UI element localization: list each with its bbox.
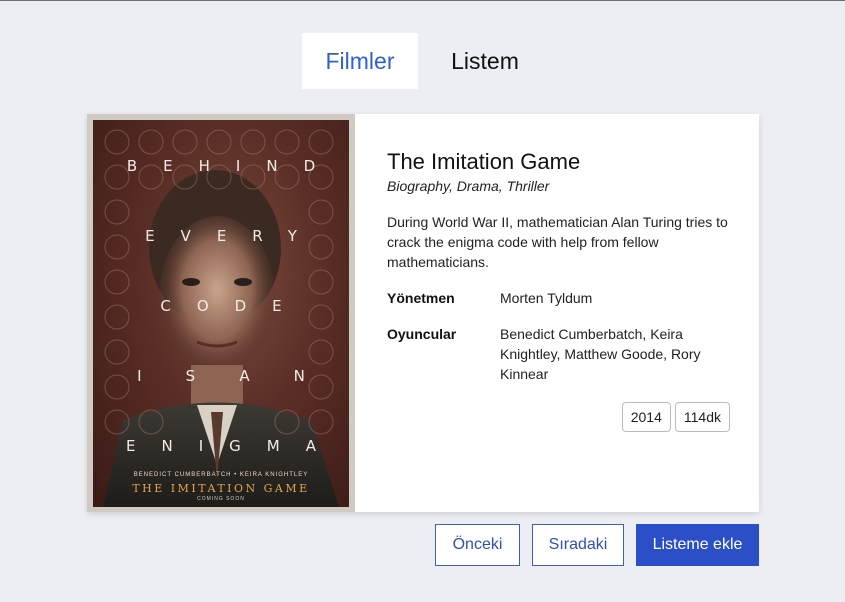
- cast-label: Oyuncular: [387, 326, 457, 342]
- movie-poster: BEHIND EVERY CODE ISAN ENIGMA BENEDICT C…: [93, 120, 349, 507]
- cast-value: Benedict Cumberbatch, Keira Knightley, M…: [500, 326, 701, 382]
- director-label: Yönetmen: [387, 290, 455, 306]
- tab-filmler[interactable]: Filmler: [302, 33, 418, 89]
- previous-button[interactable]: Önceki: [435, 524, 520, 566]
- movie-badges: 2014 114dk: [621, 402, 730, 432]
- movie-card: BEHIND EVERY CODE ISAN ENIGMA BENEDICT C…: [87, 114, 759, 512]
- tab-bar: Filmler Listem: [302, 33, 552, 89]
- poster-tagline-3: CODE: [160, 297, 308, 315]
- director-row: Yönetmen Morten Tyldum: [387, 288, 732, 308]
- duration-badge: 114dk: [674, 402, 730, 432]
- poster-tagline-2: EVERY: [145, 227, 323, 245]
- movie-genres: Biography, Drama, Thriller: [387, 178, 550, 194]
- cast-row: Oyuncular Benedict Cumberbatch, Keira Kn…: [387, 324, 732, 384]
- poster-coming-soon: COMING SOON: [197, 496, 245, 502]
- movie-title: The Imitation Game: [387, 149, 581, 174]
- poster-tagline-4: ISAN: [137, 367, 349, 385]
- director-value: Morten Tyldum: [500, 290, 593, 306]
- next-button[interactable]: Sıradaki: [532, 524, 624, 566]
- poster-title: THE IMITATION GAME: [132, 482, 310, 495]
- year-badge: 2014: [621, 402, 671, 432]
- poster-credits: BENEDICT CUMBERBATCH • KEIRA KNIGHTLEY: [133, 472, 309, 478]
- movie-info: The Imitation Game Biography, Drama, Thr…: [355, 114, 762, 512]
- movie-description: During World War II, mathematician Alan …: [387, 214, 728, 270]
- add-to-list-button[interactable]: Listeme ekle: [636, 524, 759, 566]
- poster-tagline-1: BEHIND: [126, 157, 342, 175]
- tab-listem[interactable]: Listem: [418, 33, 552, 89]
- poster-tagline-5: ENIGMA: [126, 437, 342, 455]
- poster-frame: BEHIND EVERY CODE ISAN ENIGMA BENEDICT C…: [87, 114, 355, 512]
